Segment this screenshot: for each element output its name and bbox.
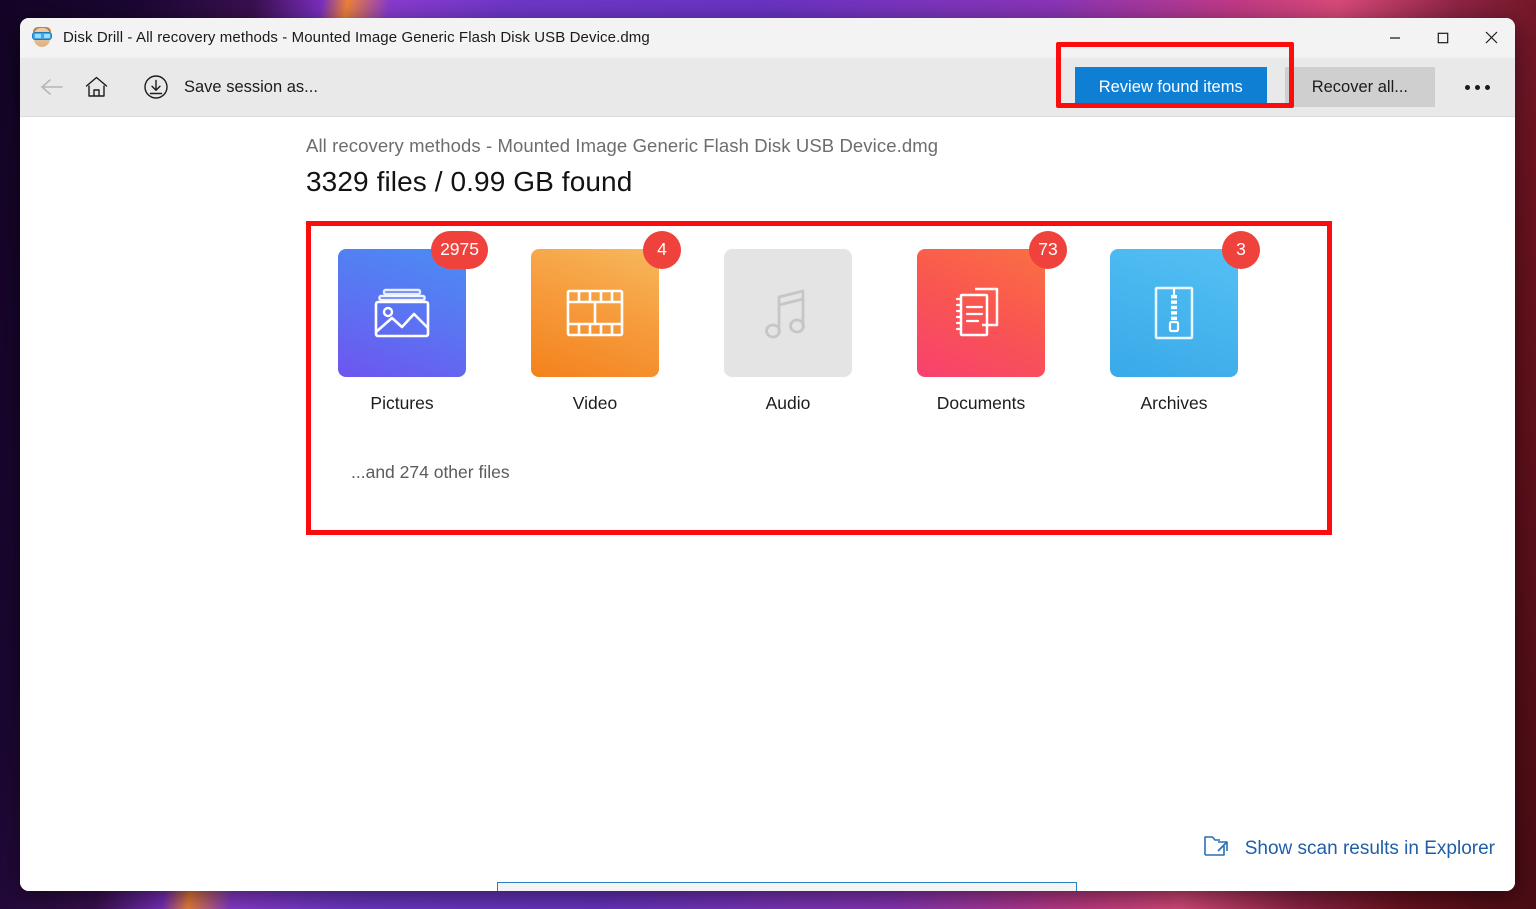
audio-tile-label: Audio: [766, 393, 811, 414]
documents-count-badge: 73: [1029, 231, 1067, 269]
video-tile-label: Video: [573, 393, 617, 414]
documents-tile-label: Documents: [937, 393, 1026, 414]
review-found-items-wrapper: Review found items: [1075, 67, 1267, 107]
pictures-tile-box[interactable]: 2975: [338, 249, 466, 377]
file-type-tile-pictures[interactable]: 2975 Pictures: [338, 249, 466, 414]
back-arrow-icon[interactable]: [30, 65, 74, 109]
pictures-tile-label: Pictures: [370, 393, 433, 414]
toolbar: Save session as... Review found items Re…: [20, 58, 1515, 117]
found-summary-headline: 3329 files / 0.99 GB found: [306, 166, 1515, 198]
other-files-text: ...and 274 other files: [351, 462, 510, 483]
show-in-explorer-link[interactable]: Show scan results in Explorer: [1204, 834, 1495, 863]
archive-zip-icon: [1150, 285, 1198, 341]
app-window: Disk Drill - All recovery methods - Moun…: [20, 18, 1515, 891]
archives-count-badge: 3: [1222, 231, 1260, 269]
file-type-tile-video[interactable]: 4 Video: [531, 249, 659, 414]
recover-all-button[interactable]: Recover all...: [1285, 67, 1435, 107]
main-content: All recovery methods - Mounted Image Gen…: [20, 117, 1515, 891]
file-type-tiles: 2975 Pictures: [306, 221, 1332, 414]
audio-tile-box[interactable]: [724, 249, 852, 377]
file-types-panel: 2975 Pictures: [306, 221, 1332, 535]
file-type-tile-documents[interactable]: 73 Documents: [917, 249, 1045, 414]
download-circle-icon[interactable]: [134, 65, 178, 109]
window-title: Disk Drill - All recovery methods - Moun…: [63, 29, 650, 46]
documents-tile-box[interactable]: 73: [917, 249, 1045, 377]
film-icon: [566, 289, 624, 337]
file-type-tile-archives[interactable]: 3 Archives: [1110, 249, 1238, 414]
minimize-icon[interactable]: [1371, 18, 1419, 58]
pictures-count-badge: 2975: [431, 231, 488, 269]
disk-drill-icon: [31, 27, 53, 49]
scan-source-subtitle: All recovery methods - Mounted Image Gen…: [306, 135, 1515, 157]
music-note-icon: [763, 285, 813, 341]
video-tile-box[interactable]: 4: [531, 249, 659, 377]
documents-icon: [952, 285, 1010, 341]
video-count-badge: 4: [643, 231, 681, 269]
picture-icon: [371, 285, 433, 341]
archives-tile-box[interactable]: 3: [1110, 249, 1238, 377]
window-controls: [1371, 18, 1515, 58]
review-found-items-button[interactable]: Review found items: [1075, 67, 1267, 107]
home-icon[interactable]: [74, 65, 118, 109]
maximize-icon[interactable]: [1419, 18, 1467, 58]
open-in-explorer-icon: [1204, 834, 1230, 863]
more-options-icon[interactable]: [1447, 65, 1507, 109]
close-icon[interactable]: [1467, 18, 1515, 58]
file-type-tile-audio[interactable]: Audio: [724, 249, 852, 414]
archives-tile-label: Archives: [1140, 393, 1207, 414]
notification-banner: All recovery methods complete 3329 files…: [497, 882, 1077, 891]
save-session-label[interactable]: Save session as...: [184, 78, 318, 97]
title-bar: Disk Drill - All recovery methods - Moun…: [20, 18, 1515, 58]
show-in-explorer-label: Show scan results in Explorer: [1245, 838, 1495, 860]
